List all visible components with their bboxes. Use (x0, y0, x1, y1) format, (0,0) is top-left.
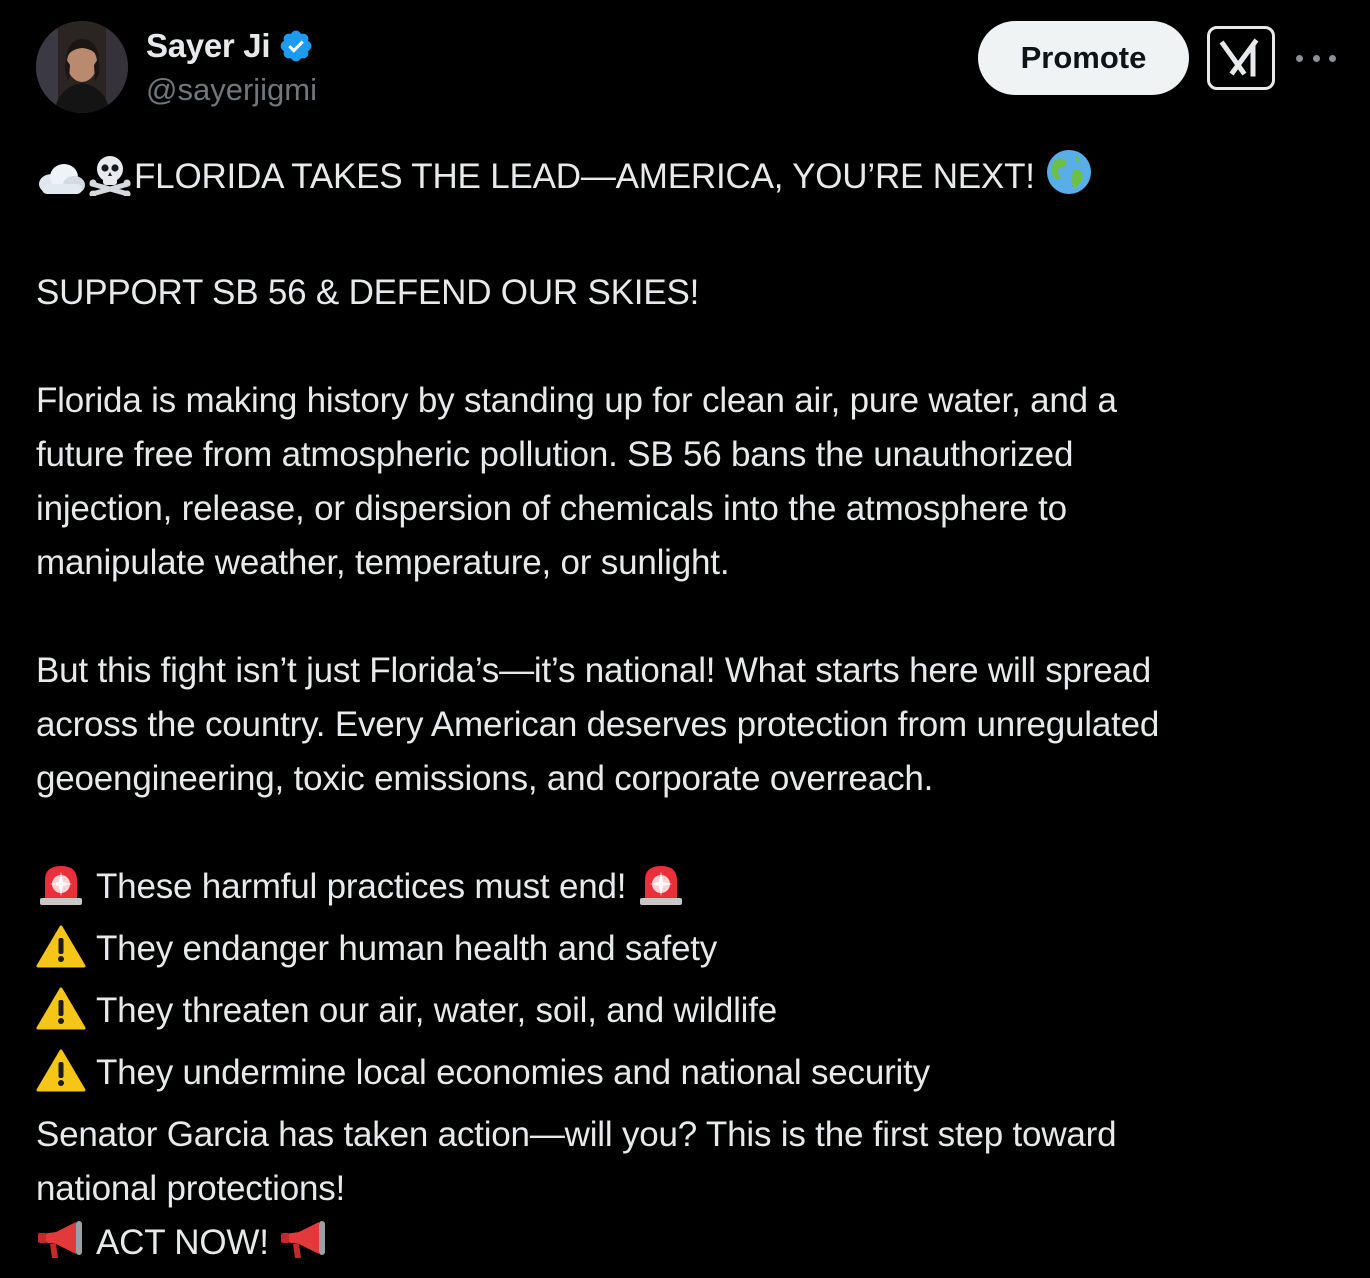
paragraph2-line: But this fight isn’t just Florida’s—it’s… (36, 651, 1152, 690)
post-subhead: SUPPORT SB 56 & DEFEND OUR SKIES! (36, 273, 700, 312)
police-light-icon (36, 862, 86, 922)
warning-icon (36, 986, 86, 1046)
verified-badge-icon[interactable] (278, 28, 314, 64)
megaphone-icon (36, 1218, 86, 1278)
more-options-icon[interactable] (1296, 44, 1336, 72)
more-dot (1312, 54, 1320, 62)
warning-icon (36, 924, 86, 984)
author-handle[interactable]: @sayerjigmi (146, 72, 317, 108)
closing-line: Senator Garcia has taken action—will you… (36, 1115, 1117, 1154)
post-headline: FLORIDA TAKES THE LEAD—AMERICA, YOU’RE N… (134, 157, 1035, 196)
alarm-line: These harmful practices must end! (96, 867, 627, 906)
alarm-line-row: These harmful practices must end! (36, 860, 1336, 922)
warning-text: They threaten our air, water, soil, and … (96, 991, 778, 1030)
avatar[interactable] (36, 21, 128, 113)
paragraph1-line: future free from atmospheric pollution. … (36, 435, 1074, 474)
grok-icon[interactable] (1207, 26, 1275, 90)
skull-crossbones-icon (88, 154, 132, 212)
author-name[interactable]: Sayer Ji (146, 27, 271, 65)
post-body: FLORIDA TAKES THE LEAD—AMERICA, YOU’RE N… (36, 148, 1336, 1278)
post-headline-line: FLORIDA TAKES THE LEAD—AMERICA, YOU’RE N… (36, 148, 1336, 212)
globe-icon (1045, 148, 1093, 212)
police-light-icon (636, 862, 686, 922)
warning-icon (36, 1048, 86, 1108)
closing-line: national protections! (36, 1169, 346, 1208)
paragraph1-line: Florida is making history by standing up… (36, 381, 1117, 420)
paragraph1-line: injection, release, or dispersion of che… (36, 489, 1067, 528)
more-dot (1296, 54, 1303, 62)
warning-line-row: They threaten our air, water, soil, and … (36, 984, 1336, 1046)
megaphone-icon (279, 1218, 329, 1278)
more-dot (1329, 54, 1336, 62)
cta-text: ACT NOW! (96, 1223, 269, 1262)
paragraph1-line: manipulate weather, temperature, or sunl… (36, 543, 730, 582)
paragraph2-line: geoengineering, toxic emissions, and cor… (36, 759, 934, 798)
warning-line-row: They undermine local economies and natio… (36, 1046, 1336, 1108)
warning-text: They undermine local economies and natio… (96, 1053, 930, 1092)
author-name-row: Sayer Ji (146, 24, 317, 68)
post-header: Sayer Ji @sayerjigmi Promote (0, 0, 1370, 130)
warning-text: They endanger human health and safety (96, 929, 718, 968)
cta-row: ACT NOW! (36, 1216, 1336, 1278)
author-block: Sayer Ji @sayerjigmi (146, 24, 317, 108)
promote-button[interactable]: Promote (978, 21, 1189, 95)
warning-line-row: They endanger human health and safety (36, 922, 1336, 984)
paragraph2-line: across the country. Every American deser… (36, 705, 1160, 744)
cloud-icon (36, 158, 86, 212)
